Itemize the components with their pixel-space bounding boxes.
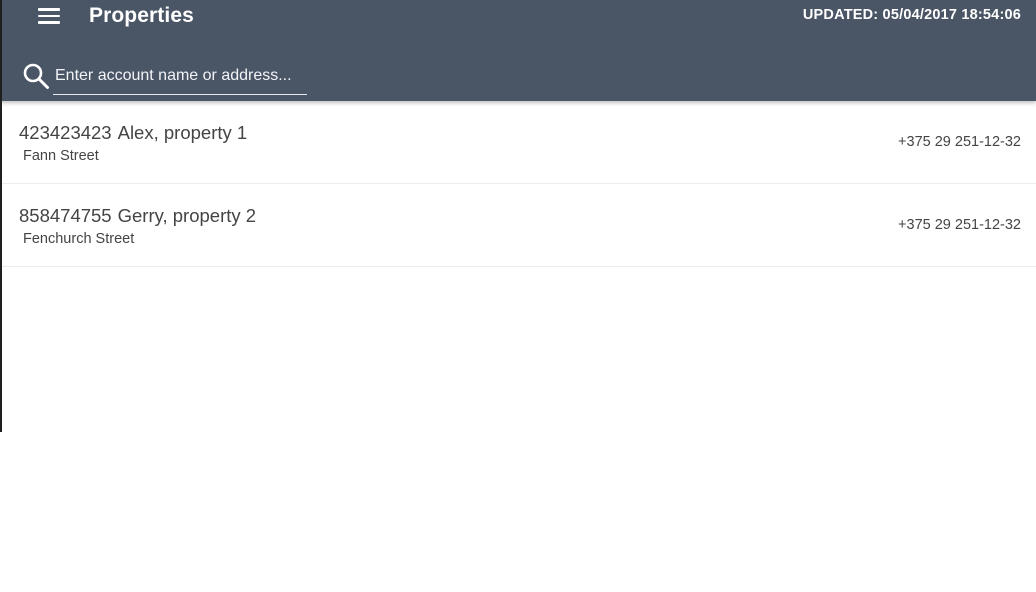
account-number: 858474755 — [19, 205, 112, 226]
page-title: Properties — [89, 4, 194, 27]
property-name: Gerry, property 2 — [117, 205, 257, 226]
property-title: 423423423 Alex, property 1 — [19, 122, 247, 144]
properties-list: 423423423 Alex, property 1 Fann Street +3… — [0, 101, 1036, 267]
property-phone: +375 29 251-12-32 — [898, 217, 1021, 233]
hamburger-menu-icon[interactable] — [38, 8, 60, 24]
property-address: Fenchurch Street — [23, 231, 135, 247]
search-icon[interactable] — [22, 62, 50, 90]
window-edge — [0, 0, 2, 432]
app-toolbar: Properties UPDATED: 05/04/2017 18:54:06 — [0, 0, 1036, 101]
list-item[interactable]: 858474755 Gerry, property 2 Fenchurch Str… — [0, 184, 1036, 267]
property-phone: +375 29 251-12-32 — [898, 134, 1021, 150]
property-title: 858474755 Gerry, property 2 — [19, 205, 256, 227]
last-updated-timestamp: UPDATED: 05/04/2017 18:54:06 — [802, 7, 1021, 23]
search-input[interactable] — [53, 61, 309, 91]
list-item[interactable]: 423423423 Alex, property 1 Fann Street +3… — [0, 101, 1036, 184]
app-window: Properties UPDATED: 05/04/2017 18:54:06 … — [0, 0, 1036, 592]
property-address: Fann Street — [23, 148, 99, 164]
property-name: Alex, property 1 — [117, 122, 248, 143]
account-number: 423423423 — [19, 122, 112, 143]
search-field — [53, 61, 309, 95]
